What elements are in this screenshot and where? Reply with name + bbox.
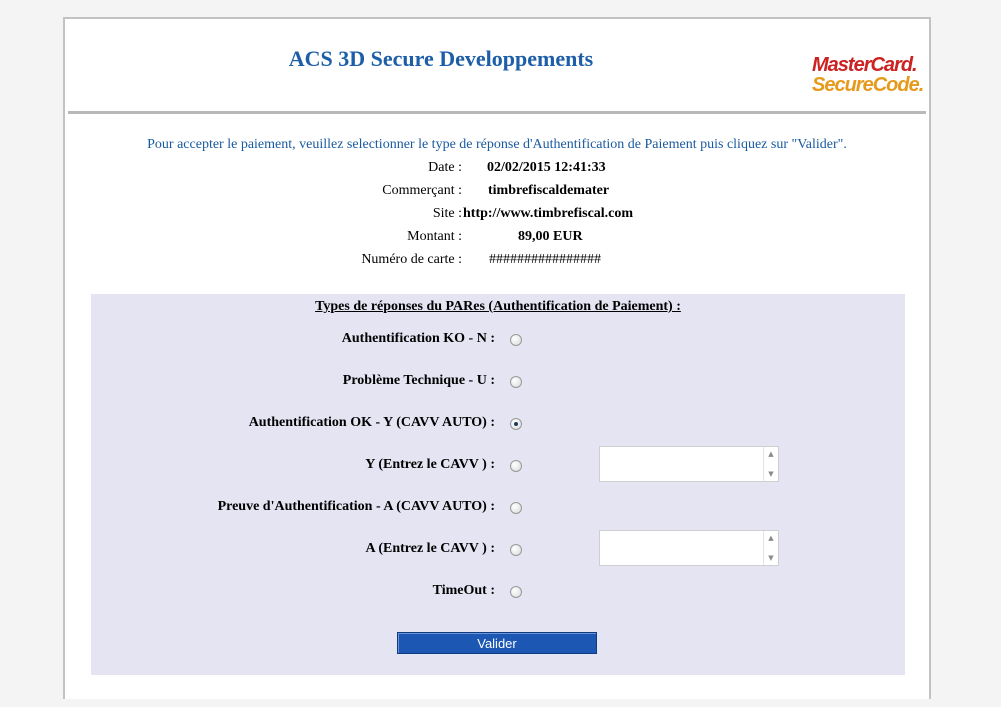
radio-timeout[interactable] <box>510 586 522 598</box>
option-label-ok-y-auto: Authentification OK - Y (CAVV AUTO) : <box>248 415 495 430</box>
info-label: Date : <box>428 160 462 175</box>
info-label: Site : <box>432 206 462 221</box>
cavv-a-textarea[interactable]: ▲ ▼ <box>599 530 779 566</box>
header-divider <box>68 111 926 114</box>
radio-technical-u[interactable] <box>510 376 522 388</box>
info-row-card-number: Numéro de carte : ################ <box>65 252 929 272</box>
option-label-proof-a-auto: Preuve d'Authentification - A (CAVV AUTO… <box>217 499 495 514</box>
cavv-y-textarea[interactable]: ▲ ▼ <box>599 446 779 482</box>
info-row-merchant: Commerçant : timbrefiscaldemater <box>65 183 929 203</box>
option-label-ko-n: Authentification KO - N : <box>341 331 495 346</box>
option-label-y-manual: Y (Entrez le CAVV ) : <box>365 457 495 472</box>
option-label-a-manual: A (Entrez le CAVV ) : <box>365 541 496 556</box>
mastercard-securecode-logo: MasterCard. SecureCode. <box>812 55 924 95</box>
info-row-date: Date : 02/02/2015 12:41:33 <box>65 160 929 180</box>
page-frame: ACS 3D Secure Developpements MasterCard.… <box>63 17 931 699</box>
info-row-amount: Montant : 89,00 EUR <box>65 229 929 249</box>
info-value-site: http://www.timbrefiscal.com <box>463 206 634 221</box>
scroll-up-icon[interactable]: ▲ <box>764 450 778 458</box>
radio-y-manual[interactable] <box>510 460 522 472</box>
option-label-timeout: TimeOut : <box>432 583 495 598</box>
textarea-scrollbar[interactable]: ▲ ▼ <box>763 447 778 481</box>
info-value-merchant: timbrefiscaldemater <box>488 183 610 198</box>
form-title: Types de réponses du PARes (Authentifica… <box>315 299 681 314</box>
radio-ko-n[interactable] <box>510 334 522 346</box>
scroll-down-icon[interactable]: ▼ <box>764 554 778 562</box>
info-value-date: 02/02/2015 12:41:33 <box>487 160 606 175</box>
scroll-down-icon[interactable]: ▼ <box>764 470 778 478</box>
option-label-technical-u: Problème Technique - U : <box>342 373 495 388</box>
info-value-card-number: ################ <box>489 252 601 267</box>
info-label: Montant : <box>407 229 462 244</box>
info-label: Numéro de carte : <box>361 252 462 267</box>
radio-proof-a-auto[interactable] <box>510 502 522 514</box>
scroll-up-icon[interactable]: ▲ <box>764 534 778 542</box>
logo-securecode-text: SecureCode. <box>812 74 924 96</box>
page-title: ACS 3D Secure Developpements <box>288 46 594 71</box>
radio-a-manual[interactable] <box>510 544 522 556</box>
logo-mastercard-text: MasterCard. <box>812 54 918 76</box>
info-value-amount: 89,00 EUR <box>518 229 583 244</box>
info-label: Commerçant : <box>382 183 462 198</box>
info-row-site: Site : http://www.timbrefiscal.com <box>65 206 929 226</box>
pares-response-form: Types de réponses du PARes (Authentifica… <box>91 294 905 675</box>
radio-ok-y-auto[interactable] <box>510 418 522 430</box>
textarea-scrollbar[interactable]: ▲ ▼ <box>763 531 778 565</box>
valider-button[interactable]: Valider <box>397 632 597 654</box>
instructions-text: Pour accepter le paiement, veuillez sele… <box>147 137 847 152</box>
